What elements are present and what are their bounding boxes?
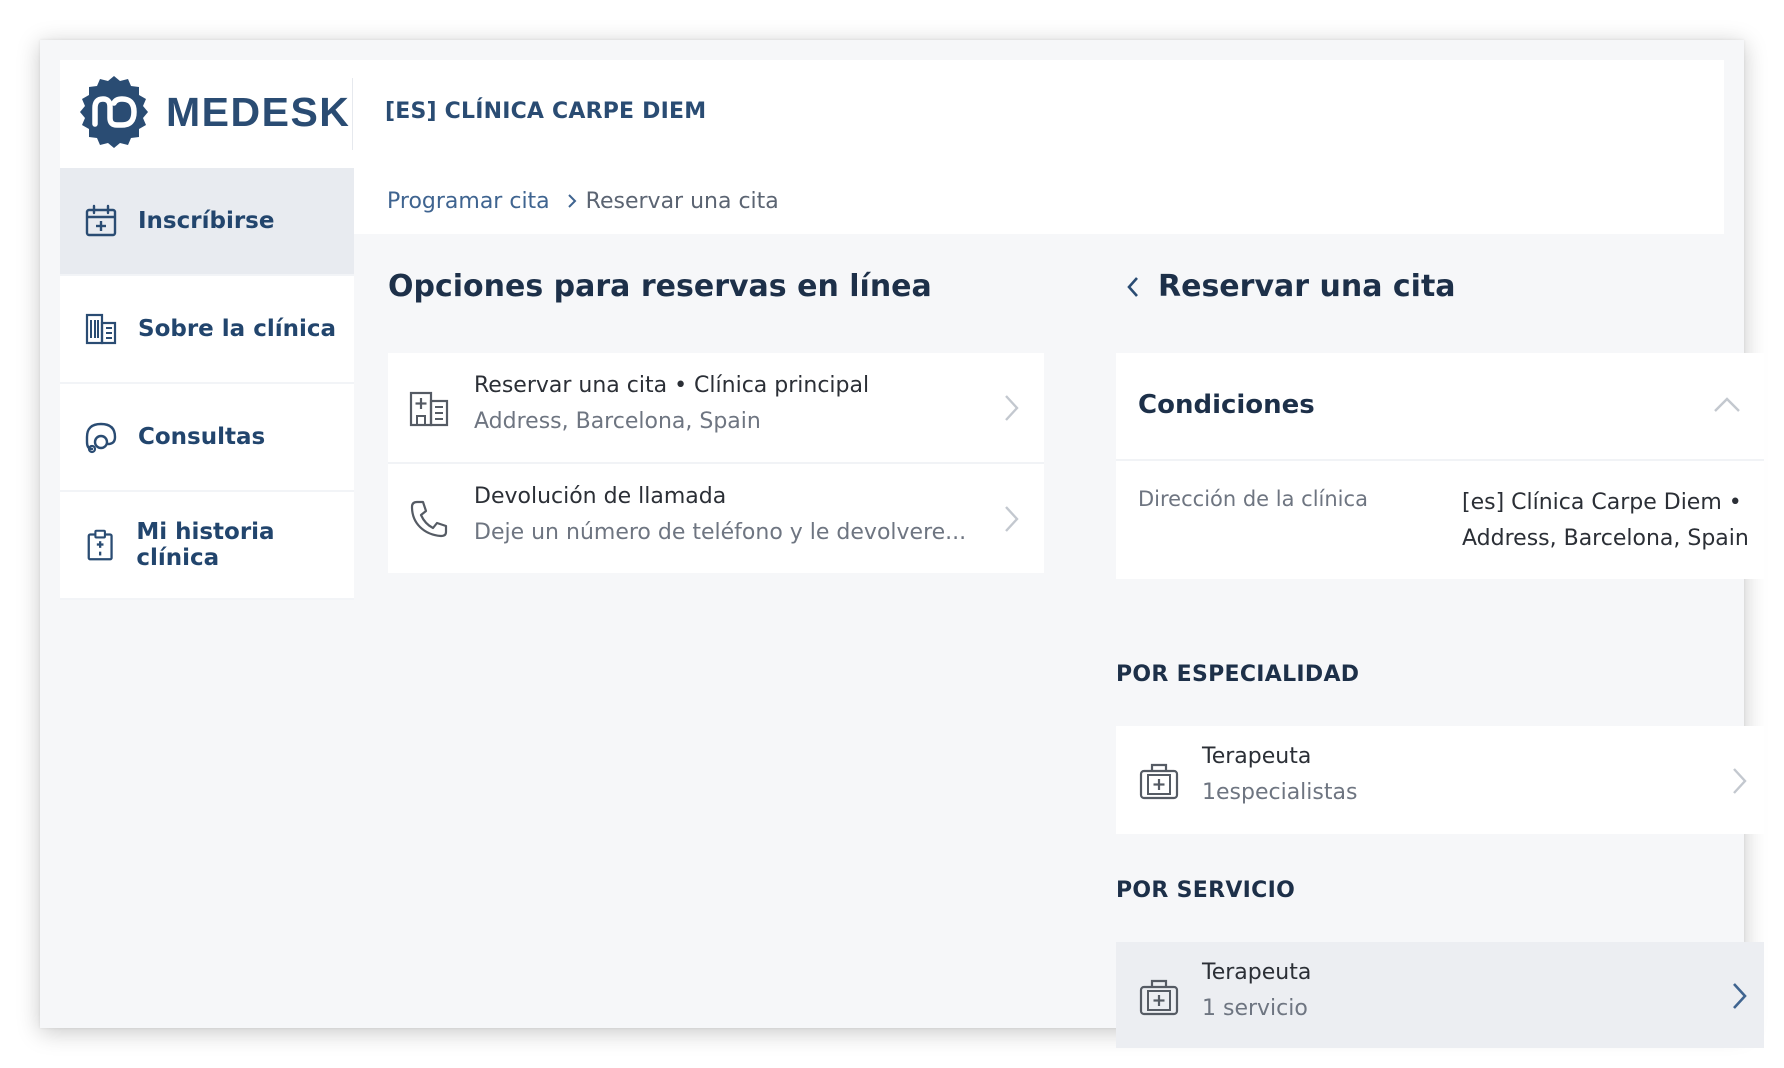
option-title: Devolución de llamada — [474, 484, 727, 509]
option-title: Reservar una cita • Clínica principal — [474, 373, 870, 398]
chevron-right-icon — [1005, 395, 1019, 421]
breadcrumb-link-programar-cita[interactable]: Programar cita — [387, 189, 550, 214]
service-title: Terapeuta — [1202, 960, 1312, 985]
option-book-appointment[interactable]: Reservar una cita • Clínica principal Ad… — [388, 353, 1044, 462]
sidebar-item-label: Sobre la clínica — [138, 316, 337, 342]
medical-bag-icon — [1139, 763, 1179, 800]
clinic-address-label: Dirección de la clínica — [1138, 487, 1368, 511]
breadcrumb-current: Reservar una cita — [585, 188, 779, 214]
chevron-right-icon — [1733, 983, 1747, 1009]
calendar-plus-icon — [85, 204, 117, 237]
breadcrumb: Programar cita Reservar una cita — [354, 168, 1724, 234]
sidebar-item-inscribirse[interactable]: Inscríbirse — [60, 168, 354, 276]
sidebar-item-mi-historia-clinica[interactable]: Mi historia clínica — [60, 492, 354, 600]
sidebar-nav: Inscríbirse Sobre la clínica Consultas M… — [60, 168, 354, 600]
medesk-logo-icon[interactable] — [76, 74, 152, 150]
clinic-address-value: [es] Clínica Carpe Diem • Address, Barce… — [1462, 490, 1749, 551]
conditions-header[interactable]: Condiciones — [1116, 353, 1764, 461]
option-subtitle: Address, Barcelona, Spain — [474, 409, 761, 434]
clinic-name: [ES] CLÍNICA CARPE DIEM — [385, 99, 707, 124]
service-count: 1 servicio — [1202, 996, 1308, 1021]
header-divider — [352, 78, 353, 150]
conditions-card: Condiciones Dirección de la clínica [es]… — [1116, 353, 1764, 579]
sidebar-item-label: Consultas — [138, 424, 266, 450]
sidebar-item-sobre-la-clinica[interactable]: Sobre la clínica — [60, 276, 354, 384]
by-specialty-label: POR ESPECIALIDAD — [1116, 662, 1360, 687]
option-callback[interactable]: Devolución de llamada Deje un número de … — [388, 462, 1044, 571]
chevron-right-icon — [1733, 768, 1747, 794]
top-header: MEDESK [ES] CLÍNICA CARPE DIEM — [60, 60, 1724, 168]
back-to-booking-options[interactable]: Reservar una cita — [1124, 269, 1456, 304]
sidebar-item-label: Mi historia clínica — [136, 519, 275, 571]
phone-icon — [410, 500, 448, 538]
building-icon — [85, 313, 117, 345]
option-subtitle: Deje un número de teléfono y le devolver… — [474, 520, 967, 545]
clinic-building-icon — [409, 391, 449, 427]
specialty-item-terapeuta[interactable]: Terapeuta 1especialistas — [1116, 726, 1764, 834]
by-service-label: POR SERVICIO — [1116, 878, 1296, 903]
clipboard-icon — [87, 529, 113, 561]
chevron-left-icon — [1127, 276, 1138, 297]
medical-bag-icon — [1139, 979, 1179, 1016]
sidebar-item-label: Inscríbirse — [138, 208, 275, 234]
book-appointment-title: Reservar una cita — [1158, 269, 1456, 304]
service-item-terapeuta[interactable]: Terapeuta 1 servicio — [1116, 942, 1764, 1048]
chevron-right-icon — [567, 194, 577, 208]
online-booking-options-title: Opciones para reservas en línea — [388, 269, 932, 304]
chevron-up-icon — [1714, 397, 1740, 412]
booking-options-list: Reservar una cita • Clínica principal Ad… — [388, 353, 1044, 573]
stethoscope-icon — [85, 422, 117, 454]
specialty-count: 1especialistas — [1202, 780, 1358, 805]
brand-name: MEDESK — [166, 89, 351, 135]
app-window: MEDESK [ES] CLÍNICA CARPE DIEM Inscríbir… — [40, 40, 1764, 1048]
chevron-right-icon — [1005, 506, 1019, 532]
specialty-title: Terapeuta — [1202, 744, 1312, 769]
conditions-title: Condiciones — [1138, 390, 1315, 420]
sidebar-item-consultas[interactable]: Consultas — [60, 384, 354, 492]
